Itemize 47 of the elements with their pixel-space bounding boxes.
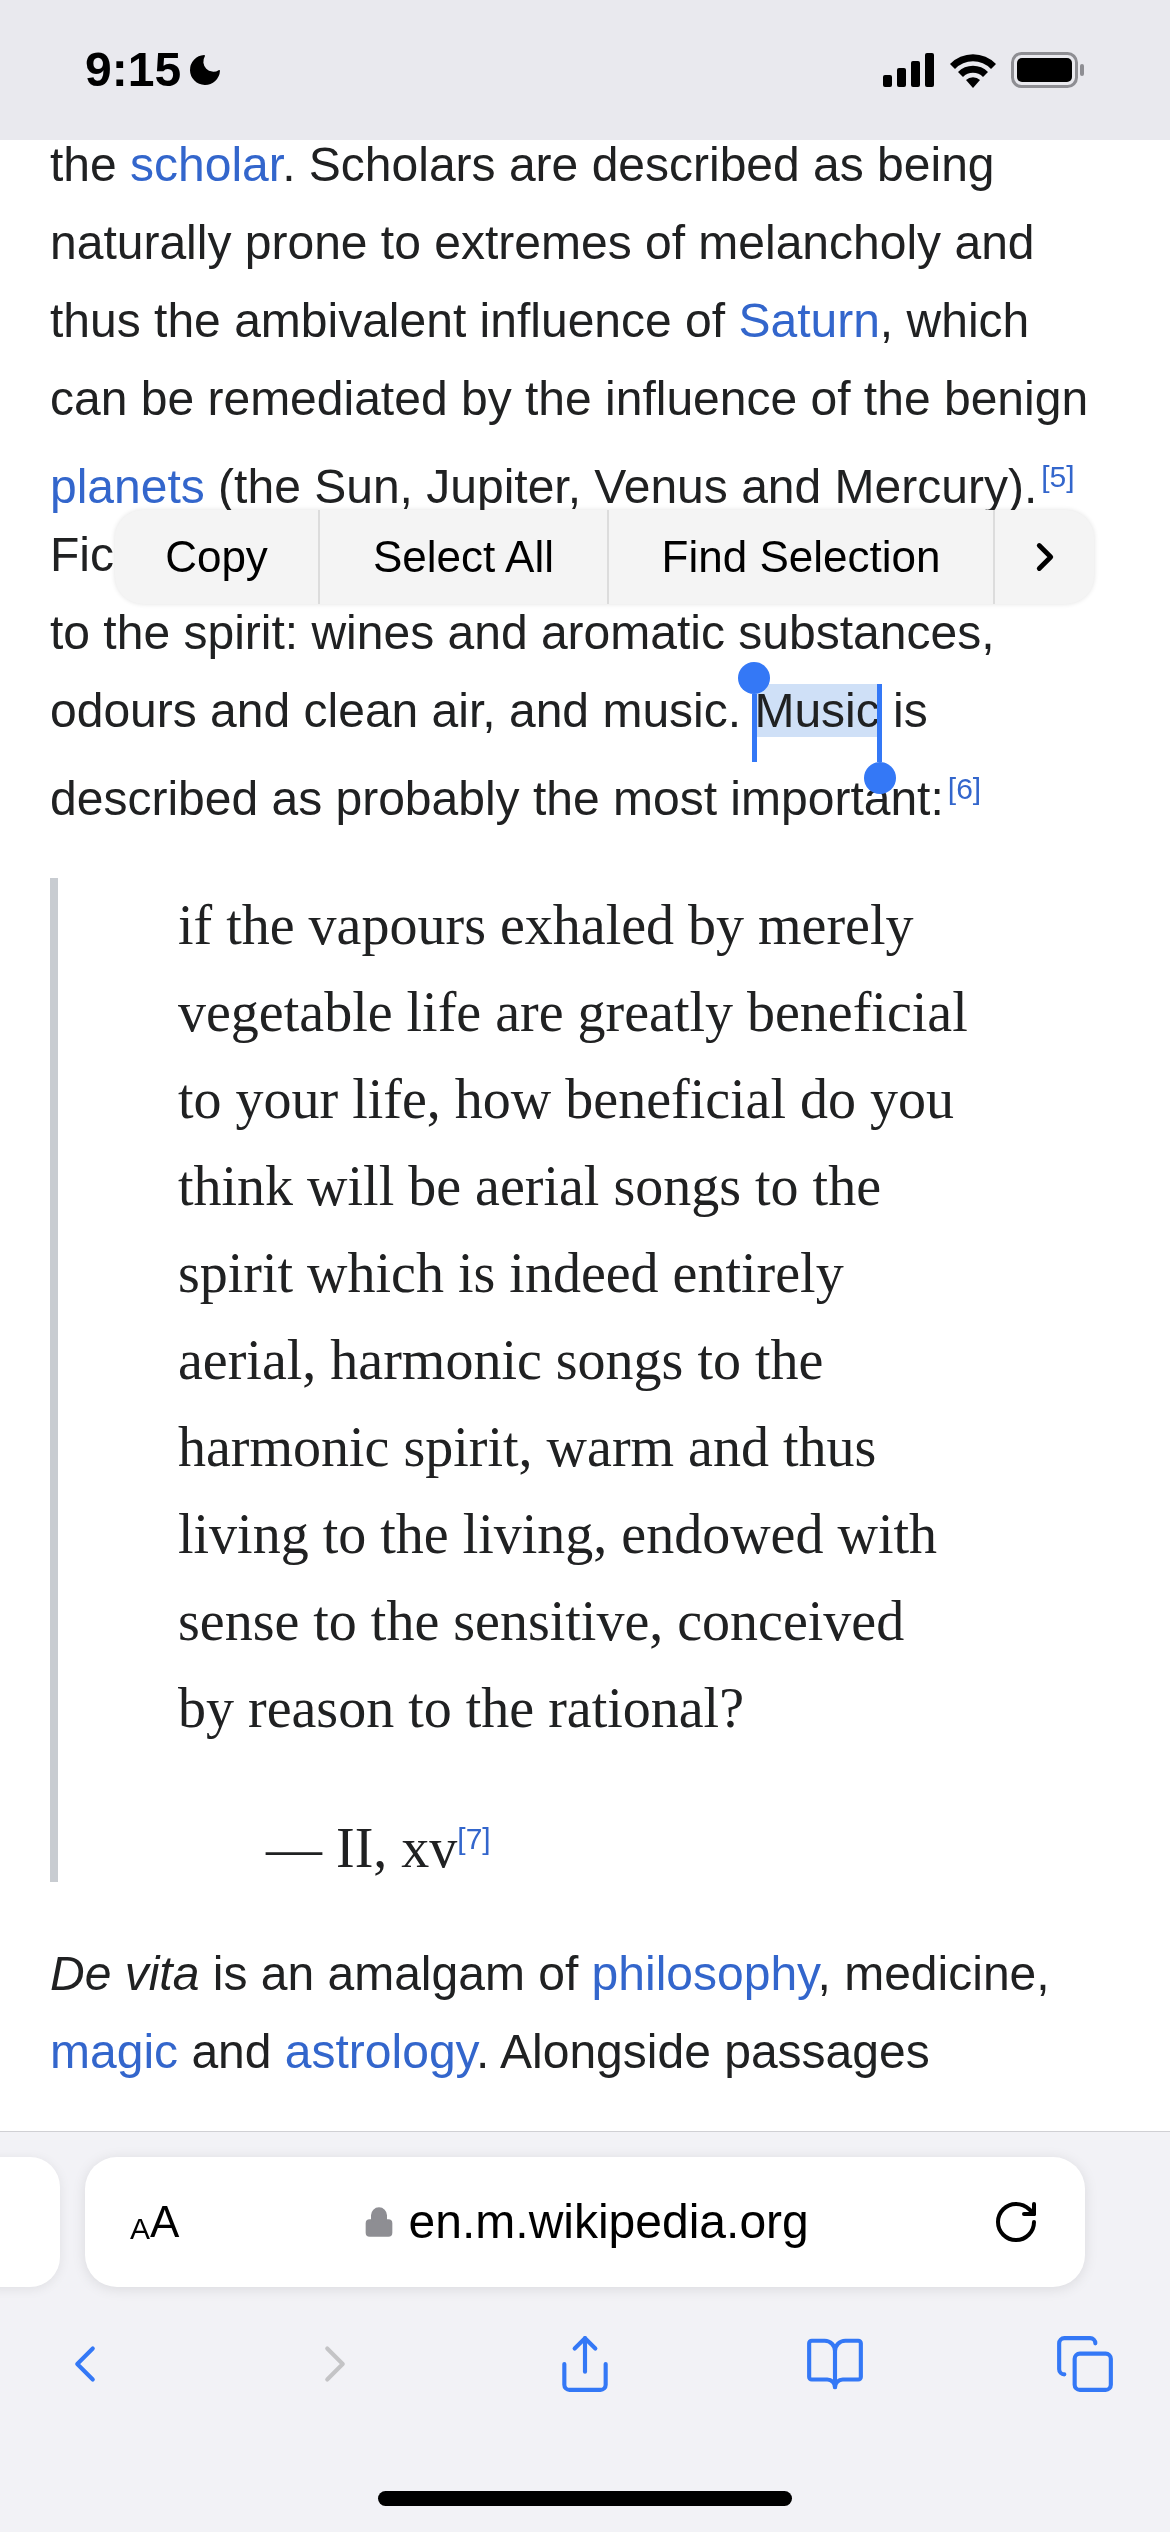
- text: can be remediated by the influence of the benign: [50, 372, 1089, 425]
- quote-attribution: — II, xv: [266, 1817, 458, 1879]
- link[interactable]: philosophy: [591, 1947, 818, 2000]
- quote-line: think will be aerial songs to the: [178, 1154, 882, 1219]
- quote-line: sense to the sensitive, conceived: [178, 1589, 906, 1654]
- text: naturally prone to extremes of melancholy and: [50, 216, 1035, 269]
- signal-icon: [883, 53, 935, 87]
- url-text: en.m.wikipedia.org: [408, 2194, 809, 2250]
- text: . Alongside passages: [476, 2025, 930, 2078]
- quote-line: harmonic spirit, warm and thus: [178, 1415, 878, 1480]
- quote-line: to your life, how beneficial do you: [178, 1067, 955, 1132]
- link[interactable]: scholar: [130, 138, 283, 191]
- text: and: [190, 2025, 273, 2078]
- menu-item[interactable]: Select All: [320, 510, 609, 604]
- quote-line: spirit which is indeed entirely: [178, 1241, 845, 1306]
- tabs-icon: [1054, 2333, 1116, 2395]
- quote-line: aerial, harmonic songs to the: [178, 1328, 825, 1393]
- text: is an amalgam of: [211, 1947, 580, 2000]
- text: to the spirit: wines and aromatic substances,: [50, 606, 995, 659]
- quote-line: vegetable life are greatly beneficial: [178, 980, 969, 1045]
- text: , which: [879, 294, 1030, 347]
- menu-item[interactable]: Copy: [115, 510, 320, 604]
- clock: 9:15: [85, 42, 182, 98]
- text: Fic: [50, 528, 114, 581]
- text: thus the ambivalent influence of: [50, 294, 727, 347]
- link[interactable]: magic: [50, 2025, 179, 2078]
- menu-item[interactable]: Find Selection: [609, 510, 995, 604]
- reference-link[interactable]: [5]: [1041, 460, 1075, 493]
- wifi-icon: [949, 52, 997, 88]
- reference-link[interactable]: [7]: [457, 1822, 491, 1855]
- address-bar[interactable]: AA en.m.wikipedia.org: [85, 2157, 1085, 2287]
- quote-line: living to the living, endowed with: [178, 1502, 939, 1567]
- link[interactable]: Saturn: [738, 294, 880, 347]
- text: De vita: [50, 1947, 200, 2000]
- text: odours and clean air, and music.: [50, 684, 743, 737]
- text: . Scholars are described as being: [282, 138, 995, 191]
- text-size-button[interactable]: AA: [130, 2200, 180, 2244]
- text: (the Sun, Jupiter, Venus and Mercury).: [217, 460, 1038, 513]
- battery-icon: [1011, 52, 1085, 88]
- reference-link[interactable]: [6]: [947, 772, 982, 805]
- text: the: [50, 138, 118, 191]
- link[interactable]: planets: [50, 460, 205, 513]
- text: is: [892, 684, 928, 737]
- quote-line: by reason to the rational?: [178, 1676, 745, 1741]
- text: described as probably the most important:: [50, 772, 944, 825]
- link[interactable]: astrology: [284, 2025, 476, 2078]
- quote-line: if the vapours exhaled by merely: [178, 893, 915, 958]
